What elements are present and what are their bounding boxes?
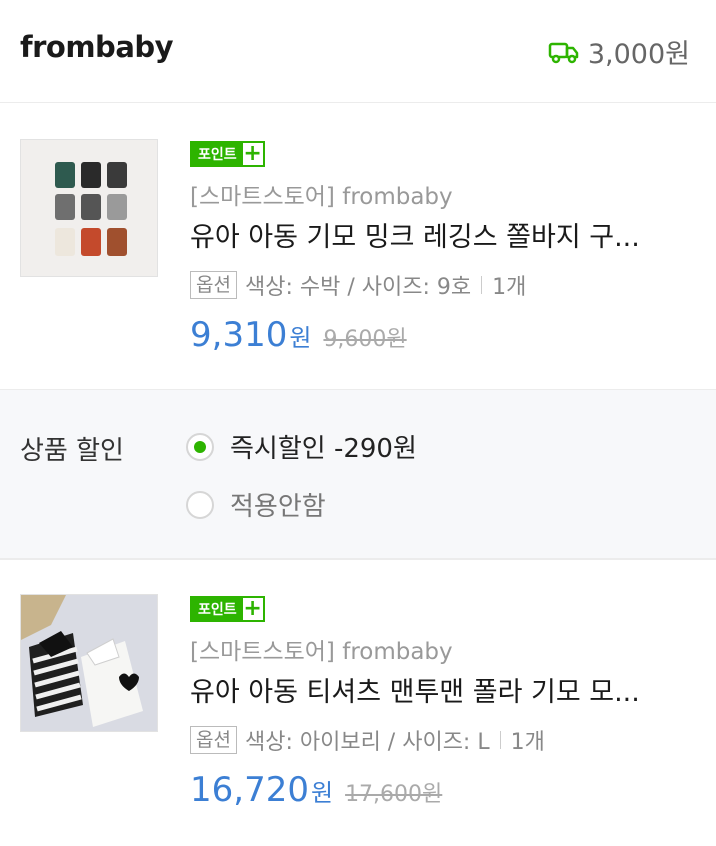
- point-badge-label: 포인트: [192, 143, 243, 165]
- cart-item[interactable]: 포인트 + [스마트스토어] frombaby 유아 아동 기모 밍크 레깅스 …: [0, 103, 716, 389]
- product-title[interactable]: 유아 아동 티셔츠 맨투맨 폴라 기모 모...: [190, 670, 690, 709]
- seller-name: [스마트스토어] frombaby: [190, 639, 453, 665]
- divider: [481, 276, 483, 294]
- option-row: 옵션 색상: 수박 / 사이즈: 9호 1개: [190, 269, 526, 301]
- store-header: frombaby 3,000원: [0, 0, 716, 103]
- point-plus-badge: 포인트 +: [190, 596, 265, 622]
- discount-option-none[interactable]: 적용안함: [186, 486, 326, 523]
- plus-icon: +: [243, 596, 262, 621]
- quantity: 1개: [510, 730, 545, 755]
- discount-option-label[interactable]: 즉시할인 -290원: [230, 428, 417, 465]
- point-badge-label: 포인트: [192, 598, 243, 620]
- option-tag: 옵션: [190, 271, 237, 299]
- shipping-fee: 3,000원: [587, 39, 690, 70]
- point-plus-badge: 포인트 +: [190, 141, 265, 167]
- discount-label: 상품 할인: [20, 436, 124, 466]
- plus-icon: +: [243, 141, 262, 166]
- shipping-info: 3,000원: [548, 32, 690, 71]
- radio-unselected-icon[interactable]: [186, 490, 214, 519]
- divider: [499, 731, 501, 749]
- seller-name: [스마트스토어] frombaby: [190, 184, 453, 210]
- option-row: 옵션 색상: 아이보리 / 사이즈: L 1개: [190, 724, 545, 756]
- original-price: 9,600원: [323, 327, 407, 352]
- store-name[interactable]: frombaby: [20, 30, 174, 64]
- discount-option-label[interactable]: 적용안함: [230, 486, 326, 523]
- sale-price: 9,310: [190, 315, 288, 355]
- product-image[interactable]: [20, 139, 158, 277]
- price-row: 16,720 원 17,600원: [190, 770, 442, 810]
- option-text: 색상: 수박 / 사이즈: 9호: [244, 275, 472, 300]
- product-image[interactable]: [20, 594, 158, 732]
- product-discount-section: 상품 할인 즉시할인 -290원 적용안함: [0, 389, 716, 559]
- option-tag: 옵션: [190, 726, 237, 754]
- price-unit: 원: [289, 324, 312, 352]
- truck-icon: [548, 42, 579, 63]
- option-text: 색상: 아이보리 / 사이즈: L: [244, 730, 490, 755]
- radio-selected-icon[interactable]: [186, 432, 214, 461]
- original-price: 17,600원: [345, 782, 443, 807]
- cart-item[interactable]: 포인트 + [스마트스토어] frombaby 유아 아동 티셔츠 맨투맨 폴라…: [0, 559, 716, 846]
- product-title[interactable]: 유아 아동 기모 밍크 레깅스 쫄바지 구...: [190, 215, 690, 254]
- price-row: 9,310 원 9,600원: [190, 315, 407, 355]
- discount-option-instant[interactable]: 즉시할인 -290원: [186, 428, 417, 465]
- quantity: 1개: [492, 275, 527, 300]
- sale-price: 16,720: [190, 770, 309, 810]
- price-unit: 원: [310, 779, 334, 807]
